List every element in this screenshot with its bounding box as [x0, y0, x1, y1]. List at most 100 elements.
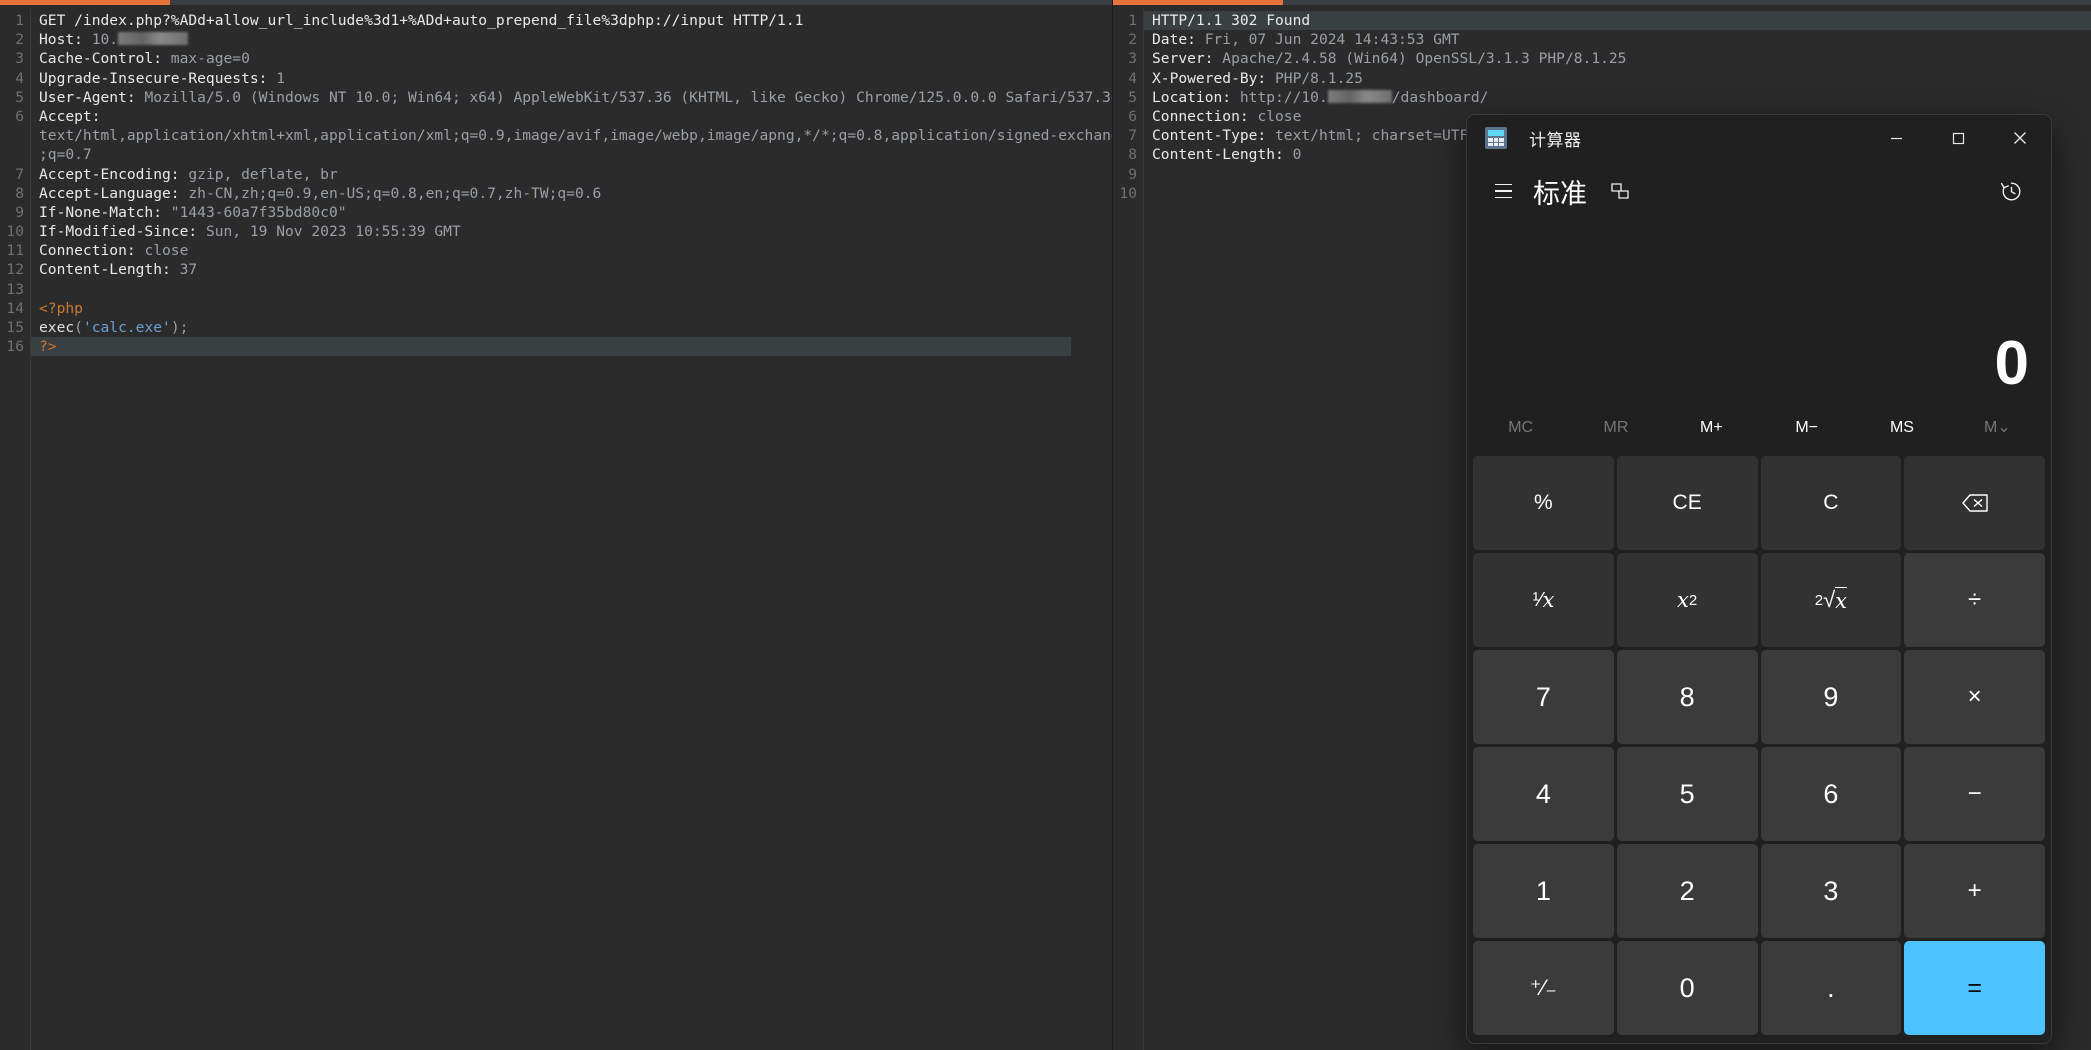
key-subtract[interactable]: − — [1904, 747, 2045, 841]
code-span: 'calc.exe' — [82, 319, 171, 336]
redacted-host — [1327, 89, 1392, 103]
memory-button-mr: MR — [1603, 419, 1629, 436]
code-span: GET /index.php?%ADd+allow_url_include%3d… — [39, 12, 804, 29]
key-reciprocal[interactable]: ¹⁄ x — [1473, 553, 1614, 647]
calculator-mode-label: 标准 — [1533, 178, 1587, 209]
code-line: text/html,application/xhtml+xml,applicat… — [39, 126, 1112, 145]
code-span: ?> — [39, 338, 57, 356]
code-line: Cache-Control: max-age=0 — [39, 49, 1112, 68]
redacted-host — [118, 32, 189, 46]
http-request-pane: 123456..78910111213141516 GET /index.php… — [0, 0, 1113, 1050]
line-number: 3 — [1128, 50, 1137, 68]
code-line: Accept: — [39, 107, 1112, 126]
code-span: zh-CN,zh;q=0.9,en-US;q=0.8,en;q=0.7,zh-T… — [188, 184, 602, 202]
code-line: User-Agent: Mozilla/5.0 (Windows NT 10.0… — [39, 88, 1112, 107]
key-multiply[interactable]: × — [1904, 650, 2045, 744]
key-percent[interactable]: % — [1473, 456, 1614, 550]
line-number: 3 — [15, 50, 24, 68]
request-editor[interactable]: 123456..78910111213141516 GET /index.php… — [0, 5, 1112, 1050]
line-number: 12 — [6, 261, 24, 279]
code-line: Upgrade-Insecure-Requests: 1 — [39, 69, 1112, 88]
calculator-titlebar[interactable]: 计算器 — [1467, 115, 2051, 161]
key-decimal[interactable]: . — [1760, 941, 1902, 1035]
code-span: text/html,application/xhtml+xml,applicat… — [39, 127, 1112, 145]
key-clear-entry[interactable]: CE — [1616, 456, 1758, 550]
code-span: PHP/8.1.25 — [1275, 69, 1363, 87]
key-five[interactable]: 5 — [1616, 747, 1758, 841]
calculator-modebar: 标准 — [1467, 161, 2051, 221]
line-number: 11 — [6, 242, 24, 260]
display-result: 0 — [1994, 329, 2029, 398]
line-number: 4 — [15, 69, 24, 87]
history-clock-icon[interactable] — [1989, 169, 2033, 213]
key-six[interactable]: 6 — [1760, 747, 1902, 841]
memory-button-mc: MC — [1508, 419, 1534, 436]
code-span: ;q=0.7 — [39, 146, 92, 164]
key-eight[interactable]: 8 — [1616, 650, 1758, 744]
keep-on-top-icon[interactable] — [1605, 176, 1635, 206]
key-divide[interactable]: ÷ — [1904, 553, 2045, 647]
key-nine[interactable]: 9 — [1760, 650, 1902, 744]
line-number: 1 — [15, 12, 24, 29]
code-line: Server: Apache/2.4.58 (Win64) OpenSSL/3.… — [1152, 49, 2091, 68]
code-span: HTTP/1.1 302 Found — [1152, 12, 1311, 29]
code-span: gzip, deflate, br — [188, 165, 338, 183]
line-number: 8 — [1128, 146, 1137, 164]
line-number: 1 — [1128, 12, 1137, 29]
code-span: Content-Length: — [1152, 146, 1293, 164]
code-line: Host: 10. — [39, 30, 1112, 49]
key-one[interactable]: 1 — [1473, 844, 1614, 938]
calculator-keypad: % CE C ¹⁄ x x 2 2 √ x ÷ 7 8 9 × 4 5 6− 1 2 3 + ⁺⁄₋ 0. = — [1467, 453, 2051, 1043]
key-three[interactable]: 3 — [1760, 844, 1902, 938]
request-code[interactable]: GET /index.php?%ADd+allow_url_include%3d… — [31, 5, 1112, 1050]
code-line: HTTP/1.1 302 Found — [1144, 11, 2091, 31]
line-number: 14 — [6, 299, 24, 317]
code-line: If-None-Match: "1443-60a7f35bd80c0" — [39, 203, 1112, 222]
code-span: text/html; charset=UTF-8 — [1275, 127, 1486, 145]
code-span: "1443-60a7f35bd80c0" — [170, 203, 347, 221]
code-span: Server: — [1152, 50, 1223, 68]
memory-button-ms[interactable]: MS — [1854, 408, 1949, 448]
key-square[interactable]: x2 — [1616, 553, 1758, 647]
line-number: 2 — [15, 31, 24, 49]
line-number: 9 — [15, 203, 24, 221]
hamburger-menu-icon[interactable] — [1481, 169, 1525, 213]
code-line: Date: Fri, 07 Jun 2024 14:43:53 GMT — [1152, 30, 2091, 49]
key-zero[interactable]: 0 — [1616, 941, 1758, 1035]
key-four[interactable]: 4 — [1473, 747, 1614, 841]
memory-button-m[interactable]: M+ — [1664, 408, 1759, 448]
close-button[interactable] — [1989, 115, 2051, 161]
key-seven[interactable]: 7 — [1473, 650, 1614, 744]
key-backspace[interactable] — [1904, 456, 2045, 550]
code-span: Apache/2.4.58 (Win64) OpenSSL/3.1.3 PHP/… — [1222, 50, 1627, 68]
window-title: 计算器 — [1529, 130, 1582, 150]
code-span: Accept: — [39, 107, 101, 125]
key-square-root[interactable]: 2 √ x — [1760, 553, 1902, 647]
window-controls — [1865, 115, 2051, 161]
line-number: 5 — [15, 88, 24, 106]
key-two[interactable]: 2 — [1616, 844, 1758, 938]
code-line: If-Modified-Since: Sun, 19 Nov 2023 10:5… — [39, 222, 1112, 241]
code-span: Accept-Encoding: — [39, 165, 189, 183]
code-span: 1 — [276, 69, 286, 87]
maximize-button[interactable] — [1927, 115, 1989, 161]
code-span: ( — [74, 319, 83, 336]
key-clear[interactable]: C — [1760, 456, 1902, 550]
line-number: 5 — [1128, 88, 1137, 106]
screen-root: 123456..78910111213141516 GET /index.php… — [0, 0, 2091, 1050]
code-span: User-Agent: — [39, 88, 145, 106]
code-line: ;q=0.7 — [39, 145, 1112, 164]
key-sign-toggle[interactable]: ⁺⁄₋ — [1473, 941, 1614, 1035]
code-span: close — [1257, 107, 1302, 125]
code-span: Fri, 07 Jun 2024 14:43:53 GMT — [1204, 31, 1460, 49]
key-equals[interactable]: = — [1904, 941, 2045, 1035]
minimize-button[interactable] — [1865, 115, 1927, 161]
key-add[interactable]: + — [1904, 844, 2045, 938]
code-span: Cache-Control: — [39, 50, 171, 68]
code-span: max-age=0 — [170, 50, 250, 68]
calculator-window[interactable]: 计算器 标准 0 MC MR M+ M− MS M⌄ % CE C ¹⁄ x x… — [1466, 114, 2052, 1044]
code-span: ) — [170, 319, 180, 336]
calculator-display: 0 — [1467, 221, 2051, 403]
memory-button-m[interactable]: M− — [1759, 408, 1854, 448]
